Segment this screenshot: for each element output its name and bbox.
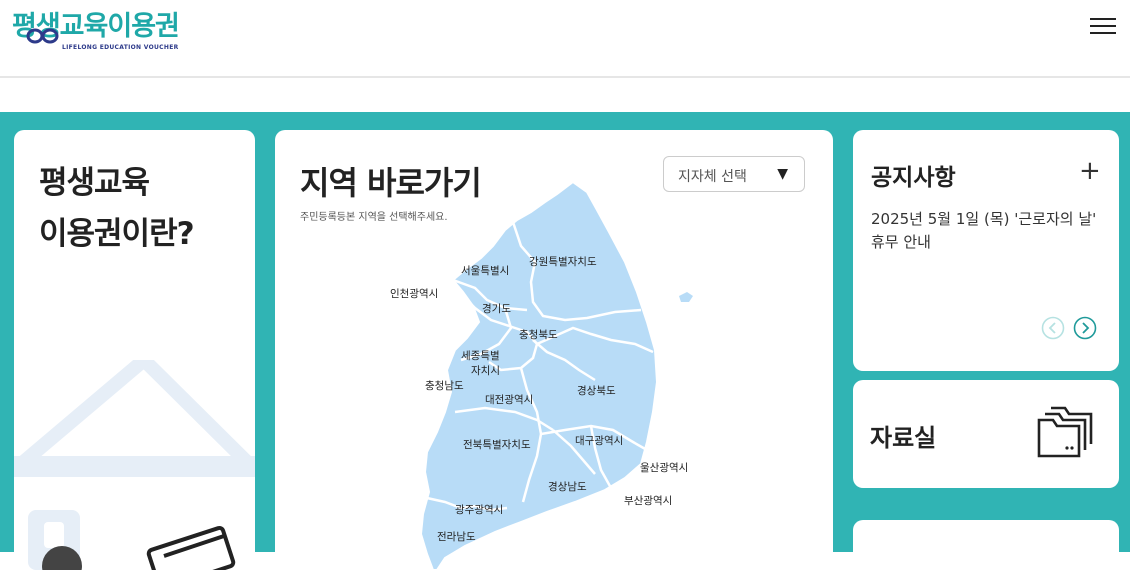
chevron-right-icon[interactable] [1073, 316, 1097, 340]
notice-card: 공지사항 + 2025년 5월 1일 (목) '근로자의 날' 휴무 안내 [853, 130, 1119, 371]
region-label-gyeongnam[interactable]: 경상남도 [548, 480, 587, 493]
archive-card[interactable]: 자료실 [853, 380, 1119, 488]
region-label-chungbuk[interactable]: 충청북도 [519, 329, 558, 341]
region-shortcut-card: 지역 바로가기 주민등록등본 지역을 선택해주세요. 지자체 선택 ▼ 서울특별… [275, 130, 833, 570]
notice-more-button[interactable]: + [1079, 156, 1101, 186]
about-voucher-card[interactable]: 평생교육 이용권이란? [14, 130, 255, 570]
site-header: 평생교육이용권 LIFELONG EDUCATION VOUCHER [0, 0, 1130, 78]
decorative-illustration [14, 360, 255, 570]
folder-icon [1037, 406, 1093, 458]
region-label-gangwon[interactable]: 강원특별자치도 [529, 256, 597, 268]
archive-title: 자료실 [870, 424, 937, 452]
region-label-gwangju[interactable]: 광주광역시 [455, 504, 503, 516]
partial-card[interactable] [853, 520, 1119, 580]
hamburger-menu-icon[interactable] [1090, 15, 1116, 37]
region-label-chungnam[interactable]: 충청남도 [425, 380, 464, 392]
site-logo[interactable]: 평생교육이용권 LIFELONG EDUCATION VOUCHER [12, 4, 187, 56]
region-label-sejong-1[interactable]: 세종특별 [461, 350, 500, 362]
region-label-busan[interactable]: 부산광역시 [624, 495, 672, 507]
region-label-sejong-2[interactable]: 자치시 [471, 365, 500, 377]
logo-subtext: LIFELONG EDUCATION VOUCHER [62, 44, 179, 51]
about-title-line2: 이용권이란? [39, 216, 195, 252]
region-label-daegu[interactable]: 대구광역시 [575, 435, 623, 447]
region-label-ulsan[interactable]: 울산광역시 [640, 462, 688, 474]
region-label-gyeonggi[interactable]: 경기도 [482, 302, 511, 315]
region-label-jeonnam[interactable]: 전라남도 [437, 531, 476, 543]
chevron-left-icon[interactable] [1041, 316, 1065, 340]
korea-region-map[interactable]: 서울특별시 강원특별자치도 인천광역시 경기도 충청북도 세종특별 자치시 충청… [275, 130, 833, 570]
about-title-line1: 평생교육 [39, 165, 150, 201]
about-title: 평생교육 이용권이란? [39, 158, 195, 260]
region-label-gyeongbuk[interactable]: 경상북도 [577, 384, 616, 397]
notice-title: 공지사항 [871, 165, 956, 191]
region-label-incheon[interactable]: 인천광역시 [390, 288, 438, 300]
region-label-jeonbuk[interactable]: 전북특별자치도 [463, 439, 531, 451]
region-label-seoul[interactable]: 서울특별시 [461, 265, 509, 277]
infinity-icon [26, 28, 59, 44]
credit-card-icon [146, 525, 236, 570]
ulleung-island [679, 292, 693, 302]
notice-item[interactable]: 2025년 5월 1일 (목) '근로자의 날' 휴무 안내 [871, 208, 1107, 254]
region-label-daejeon[interactable]: 대전광역시 [485, 394, 533, 406]
